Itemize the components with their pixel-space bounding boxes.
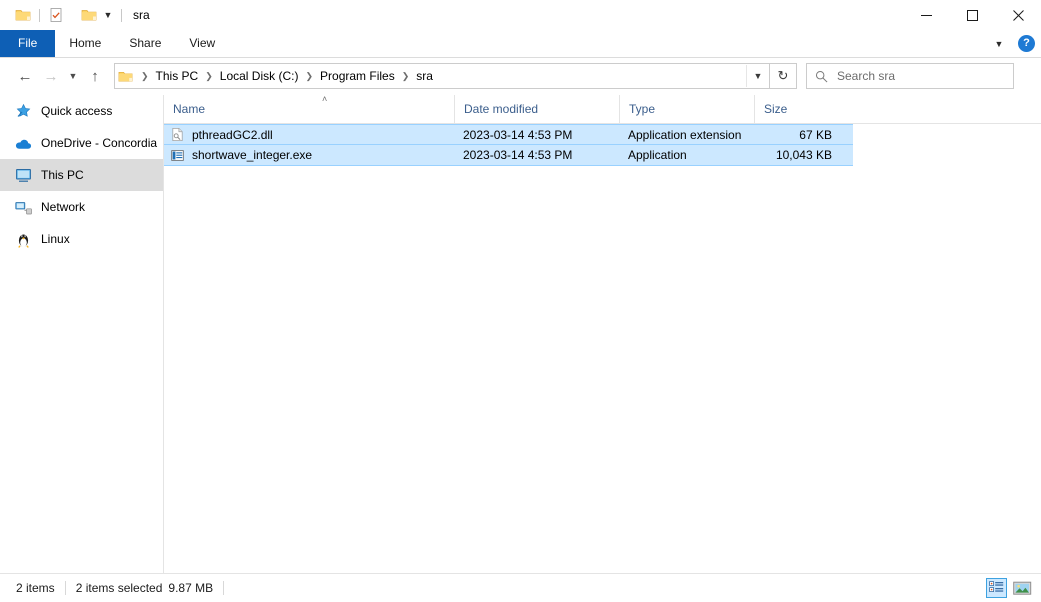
search-icon	[815, 70, 828, 82]
breadcrumb-separator-3[interactable]: ❯	[399, 71, 413, 82]
file-rows: pthreadGC2.dll 2023-03-14 4:53 PM Applic…	[164, 124, 1041, 166]
penguin-icon	[14, 230, 32, 248]
file-list-pane: Name ˄ Date modified Type Size pthreadGC…	[164, 95, 1041, 573]
address-bar: ← → ▼ ↑ ❯ This PC ❯ Local Disk (C:) ❯ Pr…	[0, 58, 1041, 94]
sidebar-item-linux[interactable]: Linux	[0, 223, 163, 255]
forward-button[interactable]: →	[38, 63, 64, 89]
file-size-cell: 10,043 KB	[775, 148, 832, 162]
file-date-cell: 2023-03-14 4:53 PM	[463, 148, 573, 162]
file-name-label: shortwave_integer.exe	[192, 148, 313, 162]
sidebar-label-linux: Linux	[41, 232, 70, 246]
status-bar: 2 items 2 items selected 9.87 MB	[0, 573, 1041, 602]
properties-icon[interactable]	[45, 4, 67, 26]
breadcrumb-this-pc[interactable]: This PC	[152, 67, 203, 85]
column-header-date-modified[interactable]: Date modified	[454, 95, 619, 123]
column-label-name: Name	[173, 102, 206, 116]
network-icon	[14, 198, 32, 216]
new-folder-icon[interactable]	[78, 4, 100, 26]
sidebar-item-quick-access[interactable]: Quick access	[0, 95, 163, 127]
column-header-size[interactable]: Size	[754, 95, 842, 123]
status-selection-count: 2 items selected	[75, 581, 163, 595]
breadcrumb-separator-1[interactable]: ❯	[202, 71, 216, 82]
sidebar-item-onedrive[interactable]: OneDrive - Concordia	[0, 127, 163, 159]
view-toggle-group	[986, 574, 1033, 602]
search-placeholder: Search sra	[837, 69, 896, 83]
minimize-button[interactable]	[903, 0, 949, 30]
ribbon-tabs: File Home Share View ▼ ?	[0, 30, 1041, 57]
navigation-pane: Quick access OneDrive - Concordia This P…	[0, 95, 163, 573]
column-header-name[interactable]: Name ˄	[164, 95, 454, 123]
path-folder-icon	[117, 68, 133, 84]
maximize-button[interactable]	[949, 0, 995, 30]
quick-access-toolbar: ▼ sra	[0, 0, 150, 30]
chevron-down-icon[interactable]: ▼	[100, 4, 116, 26]
sort-ascending-icon: ˄	[322, 94, 328, 104]
qat-separator-1	[39, 8, 40, 22]
recent-locations-button[interactable]: ▼	[64, 63, 82, 89]
breadcrumb-separator-2[interactable]: ❯	[302, 71, 316, 82]
help-icon[interactable]: ?	[1018, 35, 1035, 52]
search-input[interactable]: Search sra	[806, 63, 1014, 89]
breadcrumb: ❯ This PC ❯ Local Disk (C:) ❯ Program Fi…	[133, 67, 746, 85]
table-row[interactable]: pthreadGC2.dll 2023-03-14 4:53 PM Applic…	[164, 124, 853, 145]
window-title: sra	[133, 8, 150, 22]
back-button[interactable]: ←	[12, 63, 38, 89]
status-selection-size: 9.87 MB	[168, 581, 214, 595]
path-breadcrumb-bar[interactable]: ❯ This PC ❯ Local Disk (C:) ❯ Program Fi…	[114, 63, 770, 89]
sidebar-label-onedrive: OneDrive - Concordia	[41, 136, 158, 150]
file-name-cell: pthreadGC2.dll	[164, 127, 454, 143]
tab-file[interactable]: File	[0, 30, 56, 57]
breadcrumb-local-disk[interactable]: Local Disk (C:)	[216, 67, 303, 85]
sidebar-item-network[interactable]: Network	[0, 191, 163, 223]
exe-file-icon	[169, 147, 185, 163]
status-separator-1	[64, 581, 66, 595]
file-date-cell: 2023-03-14 4:53 PM	[463, 127, 573, 142]
title-bar: ▼ sra	[0, 0, 1041, 30]
refresh-button[interactable]: ↻	[770, 63, 797, 89]
column-header-type[interactable]: Type	[619, 95, 754, 123]
close-button[interactable]	[995, 0, 1041, 30]
sidebar-item-this-pc[interactable]: This PC	[0, 159, 163, 191]
large-icons-view-button[interactable]	[1012, 578, 1033, 598]
sidebar-label-network: Network	[41, 200, 86, 214]
ribbon-right-controls: ▼ ?	[990, 30, 1035, 57]
file-type-cell: Application	[628, 148, 687, 162]
dll-file-icon	[169, 127, 185, 143]
column-headers: Name ˄ Date modified Type Size	[164, 95, 1041, 124]
window-controls	[903, 0, 1041, 30]
file-name-cell: shortwave_integer.exe	[164, 147, 454, 163]
path-dropdown-icon[interactable]: ▼	[746, 65, 769, 87]
tab-home[interactable]: Home	[55, 30, 115, 57]
file-size-cell: 67 KB	[799, 127, 832, 142]
file-name-label: pthreadGC2.dll	[192, 127, 273, 142]
table-row[interactable]: shortwave_integer.exe 2023-03-14 4:53 PM…	[164, 145, 853, 166]
breadcrumb-sra[interactable]: sra	[412, 67, 437, 85]
monitor-icon	[14, 166, 32, 184]
up-button[interactable]: ↑	[82, 63, 108, 89]
breadcrumb-program-files[interactable]: Program Files	[316, 67, 399, 85]
details-view-button[interactable]	[986, 578, 1007, 598]
status-item-count: 2 items	[16, 581, 55, 595]
file-type-cell: Application extension	[628, 127, 742, 142]
expand-ribbon-icon[interactable]: ▼	[990, 34, 1008, 54]
status-separator-2	[223, 581, 225, 595]
folder-icon[interactable]	[12, 4, 34, 26]
sidebar-label-quick-access: Quick access	[41, 104, 113, 118]
cloud-icon	[14, 134, 32, 152]
tab-share[interactable]: Share	[115, 30, 175, 57]
qat-separator-3	[121, 8, 122, 22]
breadcrumb-separator-0: ❯	[141, 70, 149, 81]
sidebar-label-this-pc: This PC	[41, 168, 84, 182]
star-pin-icon	[14, 102, 32, 120]
tab-view[interactable]: View	[175, 30, 229, 57]
